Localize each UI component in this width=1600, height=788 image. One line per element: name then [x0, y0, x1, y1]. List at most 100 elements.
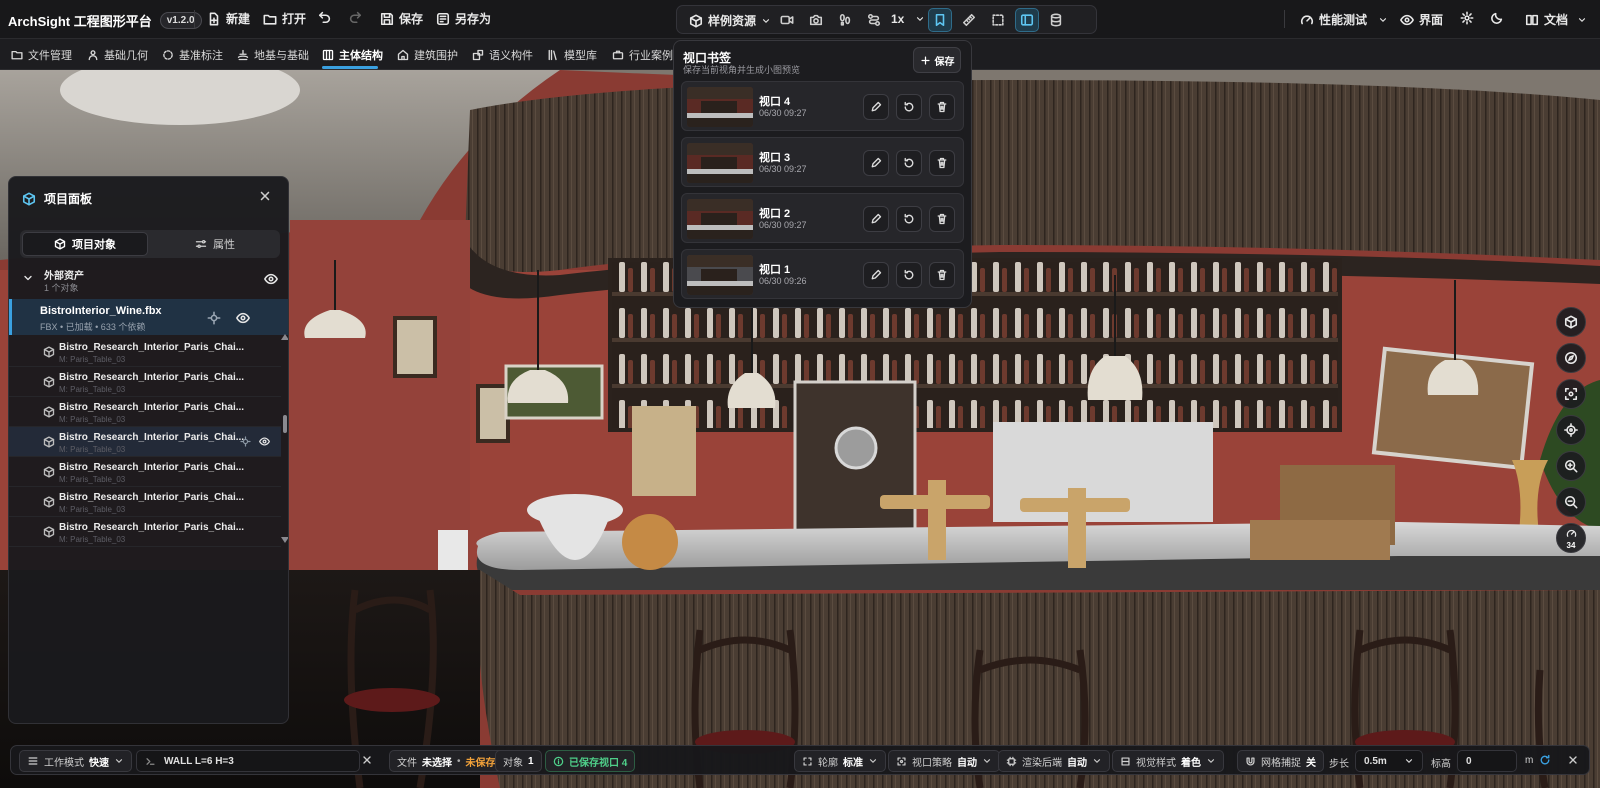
ui-button[interactable]: 界面 [1400, 11, 1443, 28]
command-input[interactable]: WALL L=6 H=3 [136, 750, 360, 772]
delete-bookmark-button[interactable] [929, 262, 955, 288]
visual-style-dropdown[interactable]: 视觉样式 着色 [1112, 750, 1224, 772]
restore-bookmark-button[interactable] [896, 150, 922, 176]
object-row[interactable]: Bistro_Research_Interior_Paris_Chai... M:… [9, 397, 281, 427]
outline-dropdown[interactable]: 轮廓 标准 [794, 750, 886, 772]
scroll-up-icon[interactable] [281, 334, 289, 340]
rename-bookmark-button[interactable] [863, 94, 889, 120]
save-button[interactable]: 保存 [380, 10, 423, 27]
bookmark-card[interactable]: 视口 3 06/30 09:27 [681, 137, 964, 187]
asset-file-row[interactable]: BistroInterior_Wine.fbx FBX • 已加载 • 633 … [9, 299, 288, 335]
delete-bookmark-button[interactable] [929, 94, 955, 120]
rename-bookmark-button[interactable] [863, 150, 889, 176]
tab-file-management[interactable]: 文件管理 [11, 47, 72, 63]
eye-icon[interactable] [264, 272, 278, 286]
eye-icon[interactable] [236, 311, 250, 325]
close-statusbar-button[interactable] [1567, 754, 1579, 766]
speed-dropdown[interactable]: 1x [891, 12, 925, 26]
restore-bookmark-button[interactable] [896, 262, 922, 288]
docs-dropdown[interactable]: 文档 [1525, 11, 1587, 28]
settings-button[interactable] [1460, 11, 1474, 25]
redo-button[interactable] [348, 10, 362, 24]
reset-elevation-button[interactable] [1539, 754, 1551, 766]
object-row[interactable]: Bistro_Research_Interior_Paris_Chai... M:… [9, 487, 281, 517]
delete-bookmark-button[interactable] [929, 150, 955, 176]
locate-icon[interactable] [207, 311, 221, 325]
panel-close-button[interactable] [258, 189, 272, 203]
locate-icon[interactable] [240, 436, 251, 447]
bookmark-thumbnail[interactable] [687, 143, 753, 183]
restore-icon [904, 101, 914, 112]
rename-bookmark-button[interactable] [863, 262, 889, 288]
bookmark-thumbnail[interactable] [687, 255, 753, 295]
tab-industry-cases[interactable]: 行业案例 [612, 47, 673, 63]
saved-views-badge: 已保存视口 4 [545, 750, 636, 772]
fit-view-button[interactable] [1556, 379, 1586, 409]
tab-model-library[interactable]: 模型库 [547, 47, 597, 63]
object-row[interactable]: Bistro_Research_Interior_Paris_Chai... M:… [9, 517, 281, 547]
tab-project-objects[interactable]: 项目对象 [22, 232, 148, 256]
asset-group-header[interactable]: 外部资产 1 个对象 [9, 263, 288, 295]
box-select-tool[interactable] [986, 8, 1010, 32]
locate-button[interactable] [1556, 415, 1586, 445]
bookmark-card[interactable]: 视口 4 06/30 09:27 [681, 81, 964, 131]
view-cube-button[interactable] [1556, 307, 1586, 337]
undo-button[interactable] [318, 10, 332, 24]
samples-dropdown[interactable]: 样例资源 [689, 12, 771, 29]
tab-properties[interactable]: 属性 [152, 232, 278, 256]
compass-button[interactable] [1556, 343, 1586, 373]
chevron-down-icon [1207, 759, 1215, 763]
record-tool[interactable] [775, 8, 799, 32]
new-button[interactable]: 新建 [207, 10, 250, 27]
bookmark-card[interactable]: 视口 2 06/30 09:27 [681, 193, 964, 243]
tab-main-structure[interactable]: 主体结构 [322, 47, 383, 63]
perf-test-dropdown[interactable]: 性能测试 [1300, 11, 1388, 28]
render-backend-dropdown[interactable]: 渲染后端 自动 [998, 750, 1110, 772]
tab-datum-annotation[interactable]: 基准标注 [162, 47, 223, 63]
eye-icon[interactable] [259, 436, 270, 447]
elevation-input[interactable]: 0 [1457, 750, 1517, 772]
grid-snap-toggle[interactable]: 网格捕捉 关 [1237, 750, 1324, 772]
object-row[interactable]: Bistro_Research_Interior_Paris_Chai... M:… [9, 457, 281, 487]
object-row[interactable]: Bistro_Research_Interior_Paris_Chai... M:… [9, 367, 281, 397]
bookmark-tool[interactable] [928, 8, 952, 32]
library-icon [548, 49, 557, 61]
restore-bookmark-button[interactable] [896, 206, 922, 232]
viewport-strategy-dropdown[interactable]: 视口策略 自动 [888, 750, 1000, 772]
panel-toggle-tool[interactable] [1015, 8, 1039, 32]
work-mode-dropdown[interactable]: 工作模式 快速 [19, 750, 132, 772]
tab-foundation[interactable]: 地基与基础 [237, 47, 309, 63]
tab-basic-geometry[interactable]: 基础几何 [87, 47, 148, 63]
bookmark-card[interactable]: 视口 1 06/30 09:26 [681, 249, 964, 299]
tab-semantic-components[interactable]: 语义构件 [472, 47, 533, 63]
object-row[interactable]: Bistro_Research_Interior_Paris_Chai... M:… [9, 337, 281, 367]
zoom-out-button[interactable] [1556, 487, 1586, 517]
file-status: 文件 未选择 • 未保存 [389, 750, 504, 772]
redo-icon [349, 11, 362, 24]
delete-bookmark-button[interactable] [929, 206, 955, 232]
theme-toggle[interactable] [1490, 11, 1504, 25]
bookmark-thumbnail[interactable] [687, 87, 753, 127]
screenshot-tool[interactable] [804, 8, 828, 32]
panel-segmented-control: 项目对象 属性 [20, 230, 280, 258]
walk-tool[interactable] [833, 8, 857, 32]
database-tool[interactable] [1044, 8, 1068, 32]
save-as-button[interactable]: 另存为 [436, 10, 491, 27]
restore-bookmark-button[interactable] [896, 94, 922, 120]
transform-tool[interactable] [862, 8, 886, 32]
refresh-icon [1540, 754, 1550, 765]
rename-bookmark-button[interactable] [863, 206, 889, 232]
list-scrollbar[interactable] [283, 415, 287, 433]
clear-command-button[interactable] [361, 754, 373, 766]
tab-envelope[interactable]: 建筑围护 [397, 47, 458, 63]
step-select[interactable]: 0.5m [1355, 750, 1423, 772]
object-row[interactable]: Bistro_Research_Interior_Paris_Chai... M:… [9, 427, 281, 457]
open-button[interactable]: 打开 [263, 10, 306, 27]
save-bookmark-button[interactable]: 保存 [913, 47, 961, 73]
zoom-in-button[interactable] [1556, 451, 1586, 481]
scroll-down-icon[interactable] [281, 537, 289, 543]
bookmark-thumbnail[interactable] [687, 199, 753, 239]
info-circle-icon [553, 756, 564, 766]
folder-open-icon [263, 14, 277, 25]
measure-tool[interactable] [957, 8, 981, 32]
